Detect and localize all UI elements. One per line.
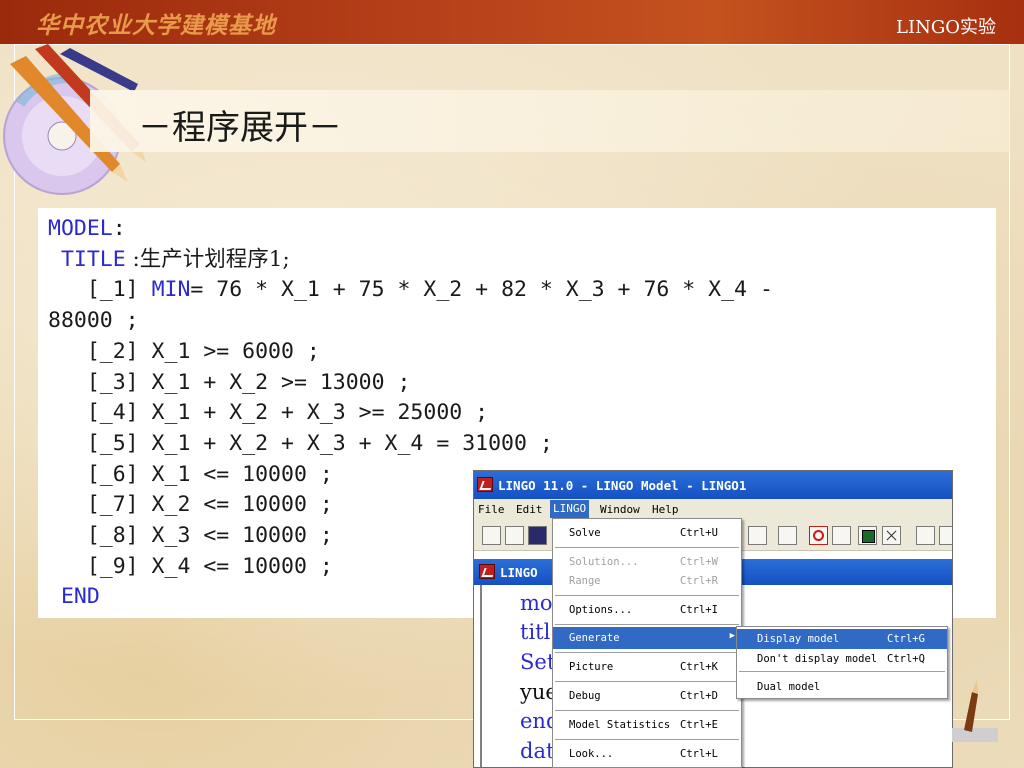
menu-separator [555, 710, 739, 711]
menu-item-range[interactable]: Range Ctrl+R [553, 570, 741, 592]
menu-separator [555, 739, 739, 740]
model-keyword: MODEL [48, 216, 113, 241]
editor-line: Set [520, 650, 556, 674]
menu-item-model-statistics[interactable]: Model Statistics Ctrl+E [553, 714, 741, 736]
window-title: LINGO 11.0 - LINGO Model - LINGO1 [498, 478, 747, 493]
model-window-title: LINGO [500, 565, 538, 580]
pencil-decoration-icon [952, 680, 998, 742]
open-folder-icon[interactable] [505, 526, 524, 545]
target-icon[interactable] [809, 526, 828, 545]
submenu-item-dont-display-model[interactable]: Don't display model Ctrl+Q [737, 649, 947, 669]
constraint-line: [_9] X_4 <= 10000 ; [48, 553, 333, 579]
menu-item-picture[interactable]: Picture Ctrl+K [553, 656, 741, 678]
menu-separator [555, 595, 739, 596]
generate-submenu: Display model Ctrl+G Don't display model… [736, 626, 948, 699]
constraint-line: [_2] X_1 >= 6000 ; [48, 338, 320, 364]
cascade-icon[interactable] [939, 526, 952, 545]
bracket-icon[interactable] [778, 526, 797, 545]
menu-file[interactable]: File [478, 503, 505, 516]
title-text: :生产计划程序1; [125, 246, 290, 272]
tile-icon[interactable] [916, 526, 935, 545]
menu-window[interactable]: Window [600, 503, 640, 516]
menu-lingo[interactable]: LINGO [550, 500, 590, 518]
menu-separator [555, 652, 739, 653]
menu-item-solve[interactable]: Solve Ctrl+U [553, 522, 741, 544]
objective-prefix: [_1] [48, 277, 152, 303]
close-window-icon[interactable] [882, 526, 901, 545]
min-keyword: MIN [151, 277, 191, 303]
objective-expression: = 76 * X_1 + 75 * X_2 + 82 * X_3 + 76 * … [190, 277, 773, 303]
menubar: File Edit LINGO Window Help [474, 499, 952, 519]
constraint-line: [_3] X_1 + X_2 >= 13000 ; [48, 369, 411, 395]
page-title: －程序展开－ [138, 108, 342, 148]
menu-separator [739, 671, 945, 672]
constraint-line: [_4] X_1 + X_2 + X_3 >= 25000 ; [48, 400, 489, 426]
objective-continuation: 88000 ; [48, 308, 139, 334]
submenu-arrow-icon: ▶ [729, 631, 735, 641]
menu-edit[interactable]: Edit [516, 503, 543, 516]
header-course-label: LINGO实验 [896, 17, 996, 38]
constraint-line: [_8] X_3 <= 10000 ; [48, 523, 333, 549]
menu-separator [555, 547, 739, 548]
title-keyword: TITLE [60, 246, 126, 272]
constraint-line: [_6] X_1 <= 10000 ; [48, 461, 333, 487]
header-title: 华中农业大学建模基地 [36, 12, 276, 39]
lingo-app-icon [477, 477, 493, 492]
code-colon: : [112, 216, 126, 241]
editor-line: titl [520, 620, 551, 644]
menu-item-look[interactable]: Look... Ctrl+L [553, 743, 741, 765]
header-bar: 华中农业大学建模基地 LINGO实验 [0, 0, 1024, 44]
menu-separator [555, 624, 739, 625]
constraint-line: [_7] X_2 <= 10000 ; [48, 492, 333, 518]
constraint-line: [_5] X_1 + X_2 + X_3 + X_4 = 31000 ; [48, 430, 553, 456]
menu-help[interactable]: Help [652, 503, 679, 516]
model-window-icon [479, 564, 495, 579]
matrix-icon[interactable] [858, 526, 877, 545]
submenu-item-display-model[interactable]: Display model Ctrl+G [737, 629, 947, 649]
window-titlebar[interactable]: LINGO 11.0 - LINGO Model - LINGO1 [474, 471, 952, 499]
lingo-dropdown-menu: Solve Ctrl+U Solution... Ctrl+W Range Ct… [552, 518, 742, 768]
submenu-item-dual-model[interactable]: Dual model [737, 677, 947, 697]
menu-separator [555, 681, 739, 682]
save-icon[interactable] [528, 526, 547, 545]
end-keyword: END [60, 584, 100, 610]
page-icon[interactable] [748, 526, 767, 545]
menu-item-options[interactable]: Options... Ctrl+I [553, 599, 741, 621]
menu-item-generate[interactable]: Generate ▶ [553, 627, 741, 649]
editor-line: dat [520, 739, 555, 763]
editor-line: mo [520, 591, 553, 615]
grid-icon[interactable] [832, 526, 851, 545]
new-file-icon[interactable] [482, 526, 501, 545]
menu-item-debug[interactable]: Debug Ctrl+D [553, 685, 741, 707]
